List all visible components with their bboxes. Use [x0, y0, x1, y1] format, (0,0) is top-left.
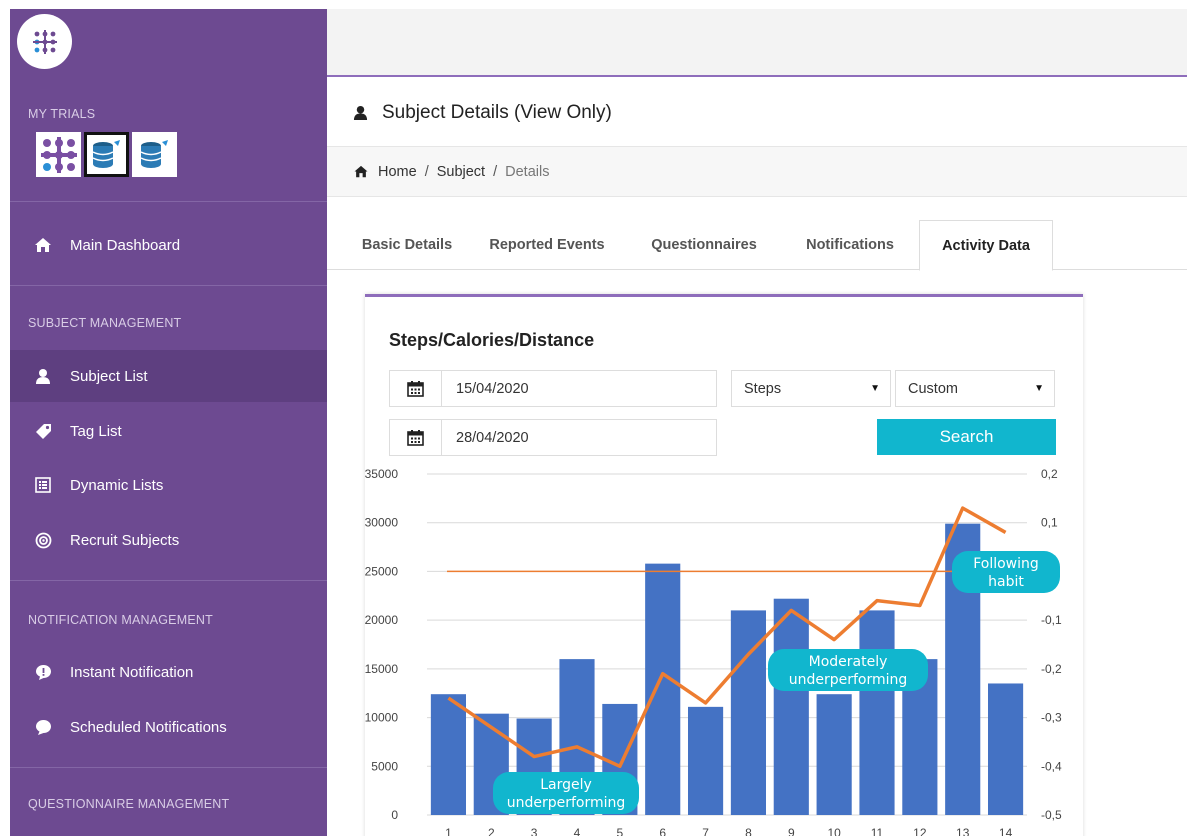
trial-database-icon[interactable] [84, 132, 129, 177]
chart-bar [816, 694, 852, 815]
annotation-moderately-text: Moderately [809, 654, 888, 670]
y-tick-label: 20000 [365, 613, 398, 627]
x-tick-label: 7 [702, 826, 709, 836]
subject-management-title: SUBJECT MANAGEMENT [28, 316, 182, 330]
user-icon [353, 105, 368, 120]
y2-tick-label: -0,2 [1041, 662, 1062, 676]
sidebar-item-scheduled-notifications[interactable]: Scheduled Notifications [10, 701, 327, 753]
y-tick-label: 5000 [371, 759, 398, 773]
y2-tick-label: -0,5 [1041, 808, 1062, 822]
x-tick-label: 3 [531, 826, 538, 836]
sidebar-item-label: Tag List [70, 422, 122, 440]
tag-icon [34, 422, 52, 440]
activity-card: Steps/Calories/Distance 15/04/2020 28/04… [365, 294, 1083, 836]
y-tick-label: 25000 [365, 564, 398, 578]
chart-bar [688, 706, 724, 815]
x-tick-label: 13 [956, 826, 970, 836]
y-tick-label: 0 [391, 808, 398, 822]
sidebar-item-label: Dynamic Lists [70, 476, 164, 494]
x-tick-label: 10 [827, 826, 841, 836]
breadcrumb: Home / Subject / Details [327, 147, 1187, 197]
chart-bar [773, 598, 809, 815]
chart-bar [430, 694, 466, 815]
x-tick-label: 2 [488, 826, 495, 836]
sidebar: MY TRIALS Main Dashboard SUBJECT MANAGEM… [10, 9, 327, 836]
sidebar-item-label: Subject List [70, 367, 148, 385]
page-title: Subject Details (View Only) [382, 101, 612, 123]
x-tick-label: 4 [574, 826, 581, 836]
notification-management-title: NOTIFICATION MANAGEMENT [28, 613, 213, 627]
sidebar-item-subject-list[interactable]: Subject List [10, 350, 327, 402]
tab-basic-details[interactable]: Basic Details [337, 220, 477, 270]
y2-tick-label: -0,4 [1041, 759, 1062, 773]
y-tick-label: 10000 [365, 711, 398, 725]
sidebar-item-tag-list[interactable]: Tag List [10, 405, 327, 457]
trial-network-icon[interactable] [36, 132, 81, 177]
annotation-largely-text: Largely [540, 777, 592, 793]
page-header: Subject Details (View Only) [327, 79, 1187, 147]
trial-icons [36, 132, 177, 177]
annotation-following-text: Following [973, 556, 1039, 572]
annotation-moderately-text: underperforming [789, 672, 908, 688]
sidebar-item-label: Scheduled Notifications [70, 718, 227, 736]
y-tick-label: 35000 [365, 467, 398, 481]
annotation-following-text: habit [988, 574, 1024, 590]
my-trials-title: MY TRIALS [28, 107, 96, 121]
app-logo[interactable] [17, 14, 72, 69]
questionnaire-management-title: QUESTIONNAIRE MANAGEMENT [28, 797, 230, 811]
sidebar-divider [10, 285, 327, 286]
breadcrumb-home[interactable]: Home [378, 164, 417, 180]
x-tick-label: 8 [745, 826, 752, 836]
sidebar-item-label: Recruit Subjects [70, 531, 180, 549]
home-icon [34, 236, 52, 254]
y2-tick-label: -0,1 [1041, 613, 1062, 627]
tab-reported-events[interactable]: Reported Events [477, 220, 617, 270]
chart-bar [988, 683, 1024, 815]
sidebar-item-main-dashboard[interactable]: Main Dashboard [10, 219, 327, 271]
x-tick-label: 12 [913, 826, 927, 836]
breadcrumb-separator: / [424, 163, 429, 180]
chart-bar [645, 563, 681, 815]
chart-bar [859, 610, 895, 815]
sidebar-item-label: Instant Notification [70, 663, 194, 681]
x-tick-label: 14 [999, 826, 1013, 836]
top-bar [327, 9, 1187, 77]
home-icon [353, 165, 369, 178]
y2-tick-label: -0,3 [1041, 711, 1062, 725]
chat-bubble-icon [34, 718, 52, 736]
tab-bar: Basic Details Reported Events Questionna… [327, 220, 1187, 271]
logo-icon [32, 29, 57, 54]
breadcrumb-subject[interactable]: Subject [437, 164, 485, 180]
tab-activity-data[interactable]: Activity Data [919, 220, 1053, 271]
sidebar-divider [10, 201, 327, 202]
target-icon [34, 531, 52, 549]
y-tick-label: 15000 [365, 662, 398, 676]
x-tick-label: 1 [445, 826, 452, 836]
tab-questionnaires[interactable]: Questionnaires [634, 220, 774, 270]
activity-chart: 35000 30000 25000 20000 15000 10000 5000 0 0,2 0,… [365, 467, 1062, 836]
sidebar-item-recruit-subjects[interactable]: Recruit Subjects [10, 514, 327, 566]
sidebar-item-dynamic-lists[interactable]: Dynamic Lists [10, 459, 327, 511]
x-tick-label: 11 [871, 826, 884, 836]
sidebar-divider [10, 580, 327, 581]
y2-tick-label: 0,1 [1041, 516, 1058, 530]
x-tick-label: 5 [617, 826, 624, 836]
sidebar-item-label: Main Dashboard [70, 236, 181, 254]
x-tick-label: 6 [659, 826, 666, 836]
y2-tick-label: 0,2 [1041, 467, 1058, 481]
annotation-largely-text: underperforming [507, 795, 626, 811]
user-icon [34, 367, 52, 385]
sidebar-item-instant-notification[interactable]: Instant Notification [10, 646, 327, 698]
x-tick-label: 9 [788, 826, 795, 836]
alert-bubble-icon [34, 663, 52, 681]
y-tick-label: 30000 [365, 516, 398, 530]
sidebar-divider [10, 767, 327, 768]
list-icon [34, 476, 52, 494]
trial-database-icon-2[interactable] [132, 132, 177, 177]
breadcrumb-separator: / [493, 163, 498, 180]
tab-notifications[interactable]: Notifications [785, 220, 915, 270]
breadcrumb-current: Details [505, 163, 550, 180]
